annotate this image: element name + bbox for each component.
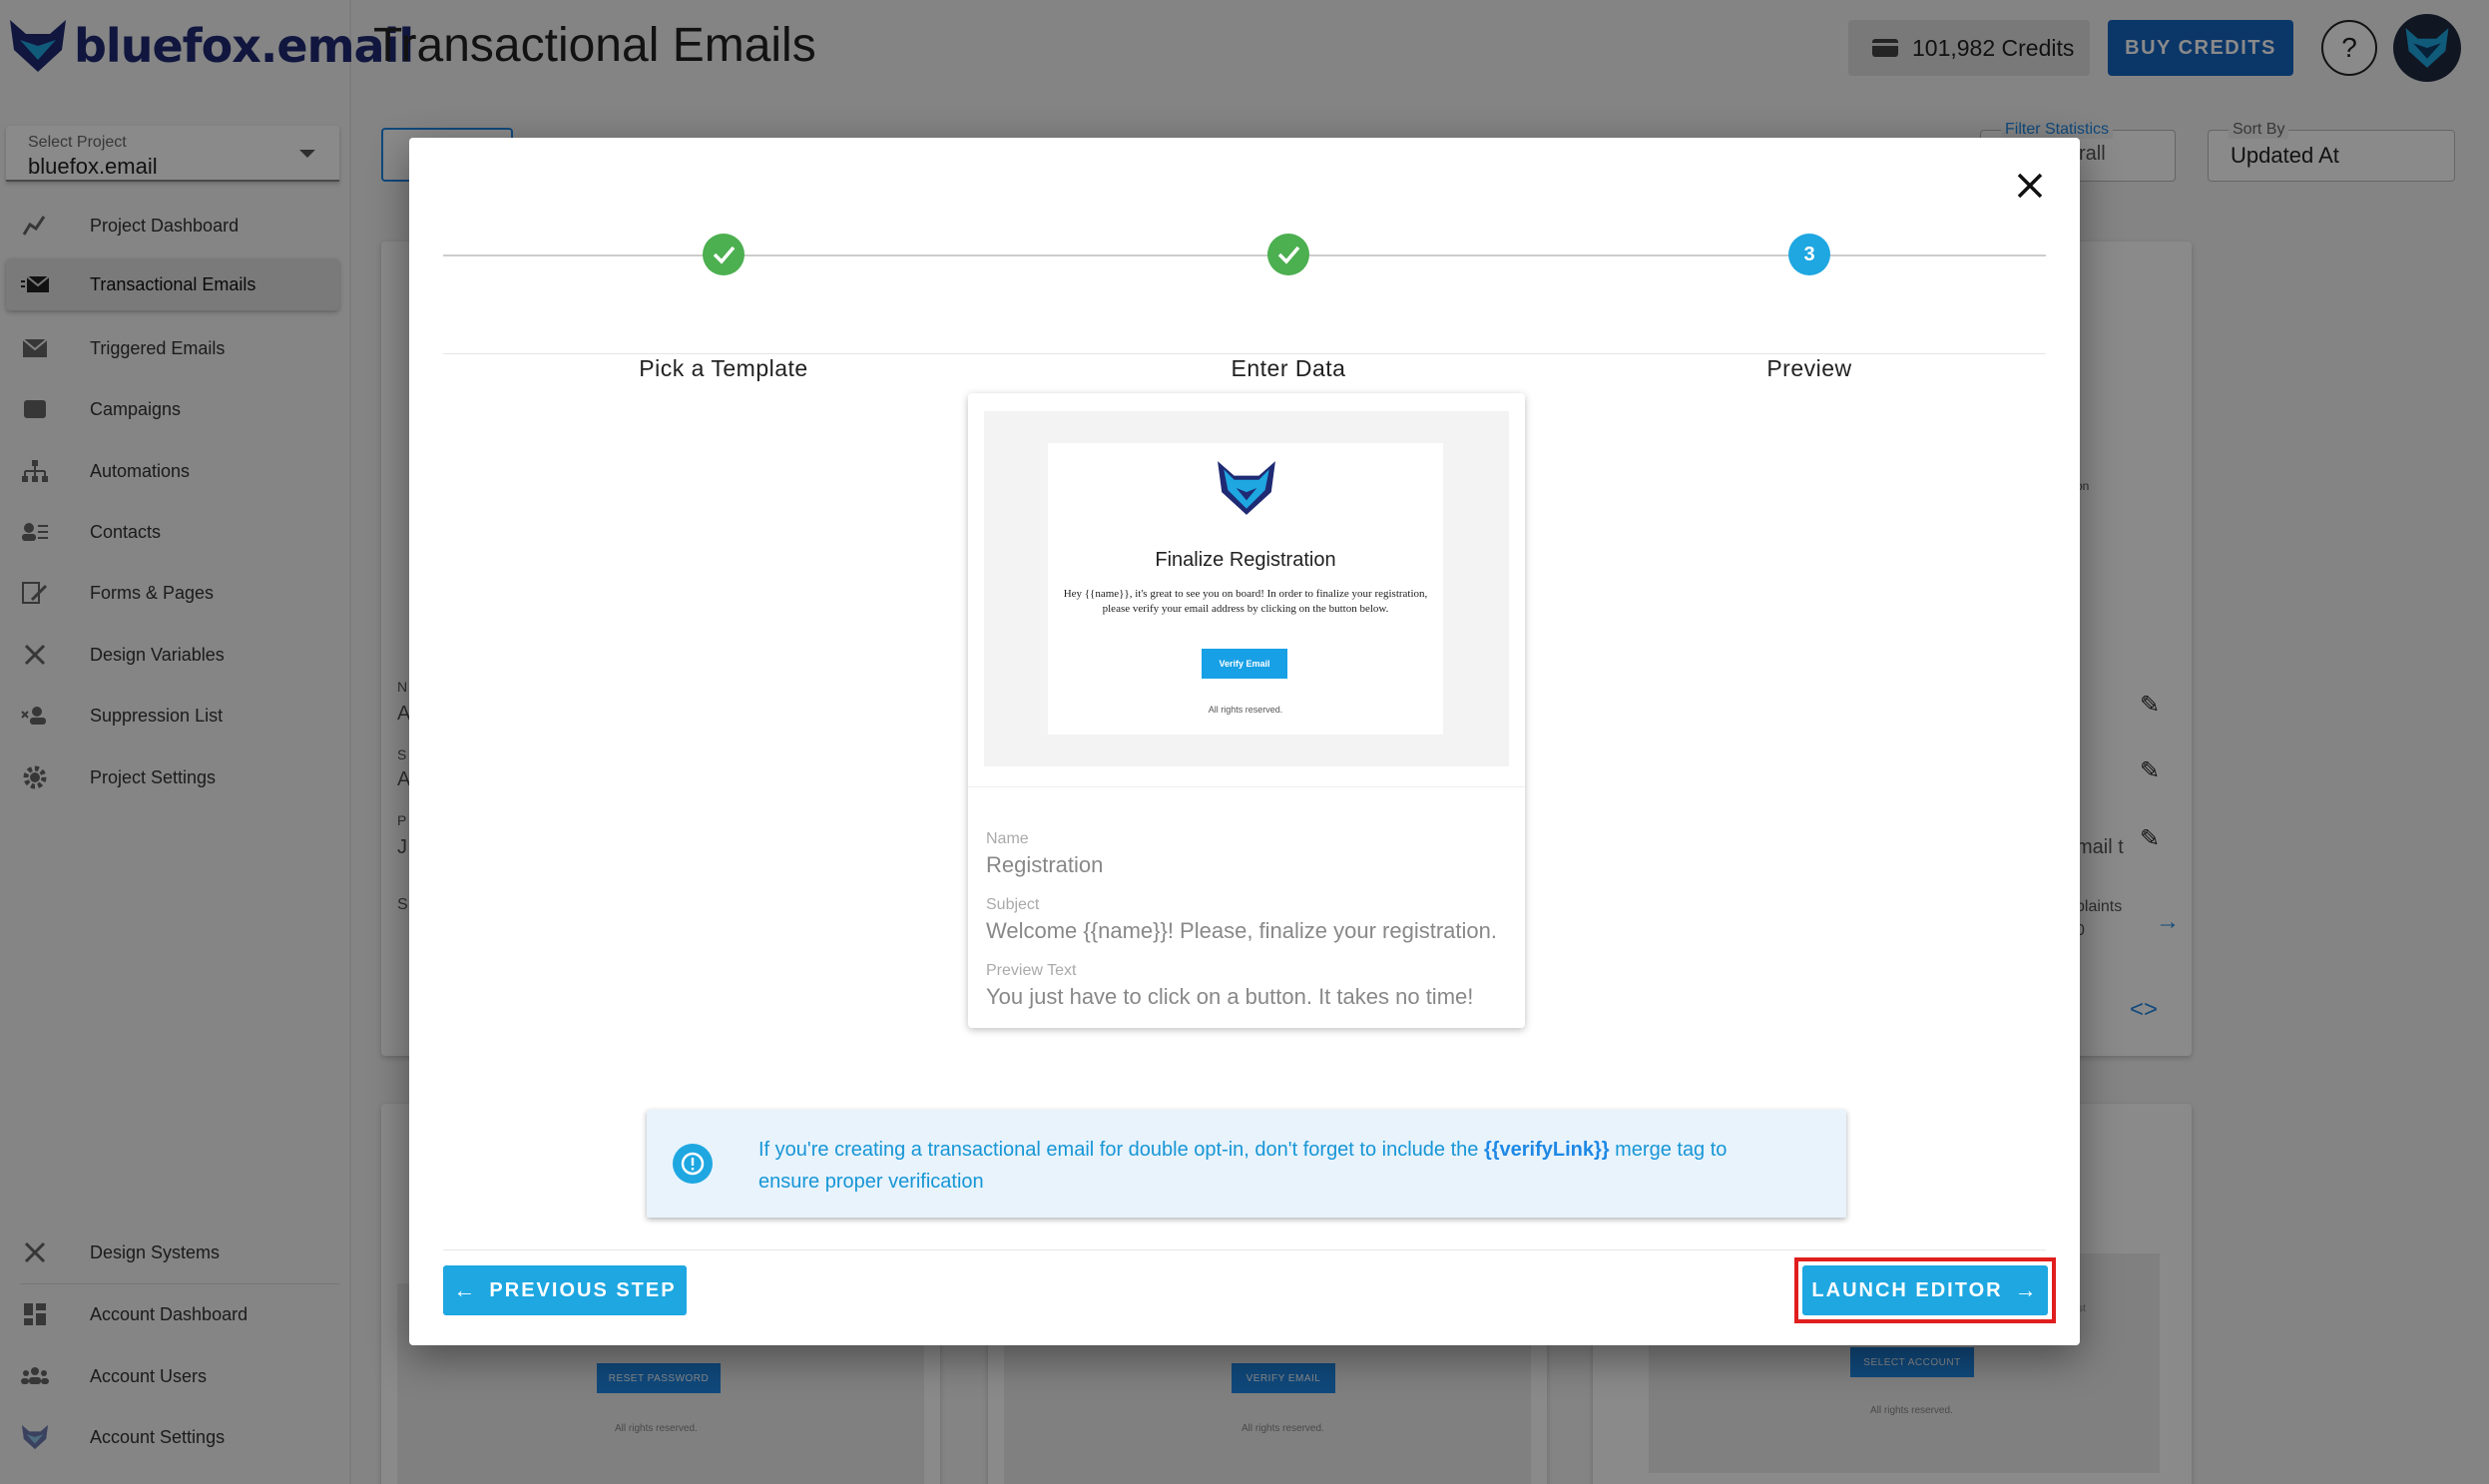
email-body-text: Hey {{name}}, it's great to see you on b…: [1063, 588, 1428, 615]
alert-text-before: If you're creating a transactional email…: [758, 1139, 1484, 1161]
close-icon: [2017, 173, 2043, 199]
launch-editor-label: LAUNCH EDITOR: [1811, 1278, 2003, 1301]
step-label: Pick a Template: [639, 355, 808, 381]
arrow-left-icon: ←: [453, 1277, 478, 1302]
divider: [443, 1249, 2046, 1250]
info-icon: [673, 1144, 713, 1184]
check-icon: [1267, 234, 1309, 275]
info-alert-text: If you're creating a transactional email…: [758, 1134, 1737, 1198]
check-icon: [703, 234, 745, 275]
launch-editor-button[interactable]: LAUNCH EDITOR →: [1802, 1265, 2048, 1315]
step-label: Preview: [1766, 355, 1852, 381]
preview-text-label: Preview Text: [986, 962, 1077, 979]
name-value: Registration: [986, 852, 1104, 877]
merge-tag: {{verifyLink}}: [1483, 1139, 1610, 1161]
email-heading: Finalize Registration: [1155, 549, 1336, 571]
subject-label: Subject: [986, 896, 1040, 913]
name-label: Name: [986, 830, 1029, 847]
previous-step-button[interactable]: ← PREVIOUS STEP: [443, 1265, 687, 1315]
divider: [443, 353, 2046, 354]
arrow-right-icon: →: [2014, 1277, 2039, 1302]
step-number: 3: [1788, 234, 1830, 275]
email-preview-body: Finalize Registration Hey {{name}}, it's…: [1048, 443, 1443, 735]
close-button[interactable]: [2006, 162, 2054, 210]
step-label: Enter Data: [1231, 355, 1346, 381]
create-email-dialog: Pick a Template Enter Data 3 Preview Fin…: [409, 138, 2080, 1345]
email-preview: Finalize Registration Hey {{name}}, it's…: [984, 411, 1509, 766]
subject-value: Welcome {{name}}! Please, finalize your …: [986, 918, 1497, 943]
fox-logo-icon: [1218, 461, 1275, 515]
template-preview-card: Finalize Registration Hey {{name}}, it's…: [968, 393, 1525, 1028]
info-alert: If you're creating a transactional email…: [647, 1110, 1846, 1218]
divider: [968, 786, 1525, 787]
verify-email-button: Verify Email: [1202, 649, 1287, 679]
preview-text-value: You just have to click on a button. It t…: [986, 984, 1474, 1009]
previous-step-label: PREVIOUS STEP: [489, 1278, 677, 1301]
email-footer: All rights reserved.: [1208, 705, 1283, 715]
